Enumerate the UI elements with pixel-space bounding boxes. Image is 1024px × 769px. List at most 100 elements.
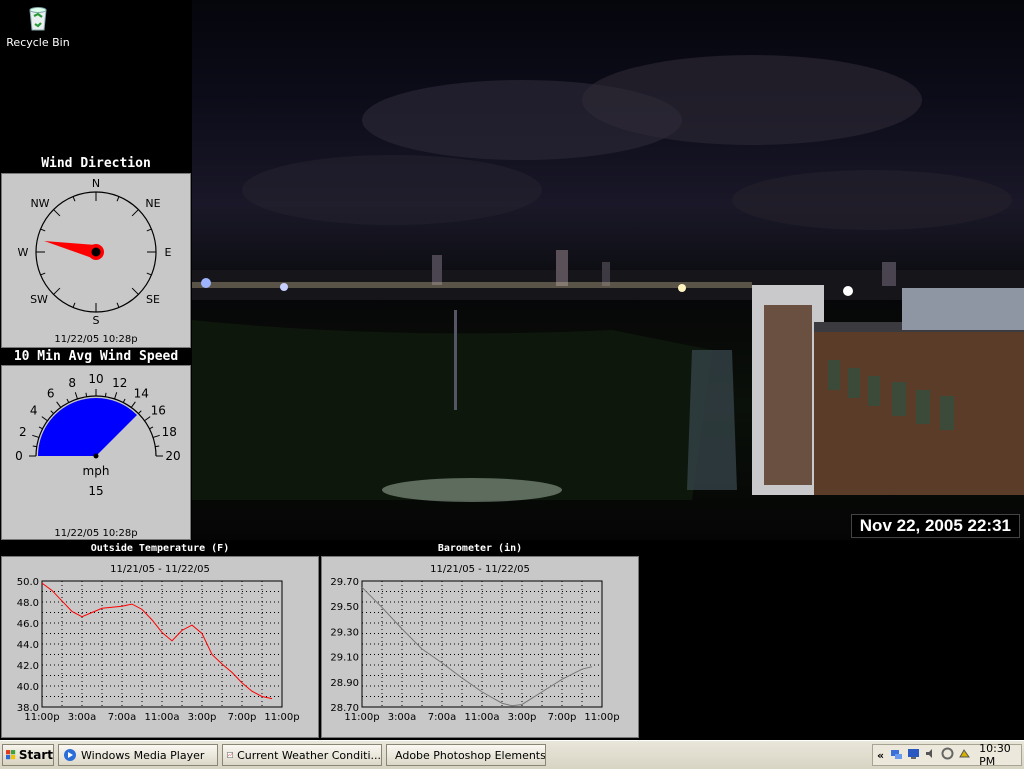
network-icon[interactable] — [890, 747, 903, 763]
gauge-tick-label: 20 — [165, 449, 180, 463]
y-tick-label: 40.0 — [17, 682, 39, 693]
volume-icon[interactable] — [924, 747, 937, 763]
webcam-image: Nov 22, 2005 22:31 — [192, 0, 1024, 540]
gauge-tick — [149, 426, 154, 430]
x-tick-label: 11:00a — [145, 712, 180, 723]
gauge-tick-label: 10 — [88, 372, 103, 386]
gauge-tick — [155, 445, 160, 448]
gauge-tick — [66, 398, 70, 403]
compass-tick — [131, 287, 139, 295]
temperature-chart-panel: 11/21/05 - 11/22/05 50.0 48.0 46.0 44.0 42.0… — [1, 556, 319, 738]
y-tick-label: 29.50 — [330, 602, 359, 613]
compass-label-n: N — [92, 177, 100, 190]
wind-speed-title: 10 Min Avg Wind Speed — [13, 349, 179, 364]
y-tick-label: 28.90 — [330, 678, 359, 689]
taskbar-item-weather[interactable]: Current Weather Conditi... — [222, 744, 382, 766]
compass-label-e: E — [165, 246, 172, 259]
clock: 10:30 PM — [979, 742, 1011, 768]
city-skyline-night — [192, 55, 1024, 502]
update-icon[interactable] — [941, 747, 954, 763]
y-tick-label: 46.0 — [17, 619, 39, 630]
temperature-chart-title: Outside Temperature (F) — [90, 543, 230, 554]
gauge-tick — [74, 392, 78, 400]
start-button[interactable]: Start — [2, 744, 54, 766]
windows-logo-icon — [6, 750, 16, 760]
gauge-tick — [38, 426, 43, 430]
compass-tick — [146, 228, 152, 232]
x-tick-label: 11:00p — [264, 712, 299, 723]
y-tick-label: 29.70 — [330, 577, 359, 588]
gauge-tick — [130, 401, 136, 408]
x-tick-label: 3:00p — [188, 712, 217, 723]
compass-tick — [53, 209, 61, 217]
display-icon[interactable] — [907, 747, 920, 763]
y-tick-label: 29.10 — [330, 653, 359, 664]
media-player-icon — [64, 749, 76, 761]
barometer-chart-subtitle: 11/21/05 - 11/22/05 — [430, 564, 530, 575]
start-label: Start — [18, 748, 53, 762]
gauge-tick — [56, 401, 62, 408]
barometer-chart-panel: 11/21/05 - 11/22/05 29.70 29.50 29.30 29.10… — [321, 556, 639, 738]
x-tick-label: 7:00a — [428, 712, 457, 723]
gauge-tick — [152, 434, 160, 438]
wind-speed-fill — [38, 398, 138, 456]
y-tick-label: 48.0 — [17, 598, 39, 609]
x-tick-label: 3:00p — [508, 712, 537, 723]
compass-tick — [72, 196, 76, 202]
x-tick-label: 7:00p — [228, 712, 257, 723]
compass-label-s: S — [93, 314, 100, 327]
recycle-bin-desktop-icon[interactable]: Recycle Bin — [6, 2, 70, 49]
x-tick-label: 11:00a — [465, 712, 500, 723]
temperature-series-line — [41, 582, 273, 700]
wind-direction-timestamp: 11/22/05 10:28p — [54, 334, 138, 345]
wind-direction-title: Wind Direction — [41, 156, 151, 171]
recycle-bin-label: Recycle Bin — [6, 36, 70, 49]
tray-expand-chevron[interactable]: « — [877, 749, 884, 762]
security-icon[interactable] — [958, 747, 971, 763]
compass-label-ne: NE — [145, 197, 160, 210]
compass-tick — [72, 302, 76, 308]
gauge-tick — [32, 445, 37, 448]
wind-speed-gauge: 0 2468 10 12 1416 18 20 mph 15 — [15, 372, 180, 498]
compass-tick — [116, 196, 120, 202]
compass-tick — [146, 272, 152, 276]
gauge-tick — [32, 434, 40, 438]
y-tick-label: 50.0 — [17, 577, 39, 588]
gauge-tick — [122, 398, 126, 403]
wind-direction-panel: N NE E SE S SW W NW 11/22/05 10:28p — [1, 173, 191, 348]
gauge-tick — [144, 416, 151, 422]
x-tick-label: 7:00p — [548, 712, 577, 723]
compass-label-sw: SW — [30, 293, 48, 306]
compass-tick — [40, 228, 46, 232]
gauge-tick — [138, 410, 142, 414]
x-tick-label: 7:00a — [108, 712, 137, 723]
x-tick-label: 11:00p — [344, 712, 379, 723]
gauge-tick-label: 4 — [30, 404, 38, 418]
gauge-tick-label: 18 — [162, 425, 177, 439]
compass-tick — [40, 272, 46, 276]
gauge-tick-label: 12 — [112, 376, 127, 390]
gauge-tick — [41, 416, 48, 422]
y-tick-label: 42.0 — [17, 661, 39, 672]
taskbar-item-label: Adobe Photoshop Elements — [395, 748, 546, 762]
x-tick-label: 11:00p — [24, 712, 59, 723]
barometer-chart: 11/21/05 - 11/22/05 29.70 29.50 29.30 29.10… — [330, 564, 619, 723]
compass-tick — [131, 209, 139, 217]
gauge-tick-label: 0 — [15, 449, 23, 463]
gauge-tick — [104, 392, 107, 397]
system-tray: « 10:30 PM — [872, 742, 1022, 768]
taskbar-item-photoshop[interactable]: Adobe Photoshop Elements — [386, 744, 546, 766]
compass-tick — [53, 287, 61, 295]
wind-speed-timestamp: 11/22/05 10:28p — [54, 528, 138, 539]
y-tick-label: 29.30 — [330, 627, 359, 638]
x-tick-label: 3:00a — [68, 712, 97, 723]
taskbar: Start Windows Media Player Current Weath… — [0, 740, 1024, 769]
gauge-tick — [114, 392, 118, 400]
x-tick-label: 11:00p — [584, 712, 619, 723]
wind-speed-unit: mph — [83, 464, 110, 478]
weather-app-icon — [227, 752, 233, 758]
gauge-tick-label: 14 — [134, 387, 149, 401]
compass-dial: N NE E SE S SW W NW — [18, 177, 172, 327]
taskbar-item-label: Windows Media Player — [81, 748, 205, 762]
taskbar-item-media-player[interactable]: Windows Media Player — [58, 744, 218, 766]
